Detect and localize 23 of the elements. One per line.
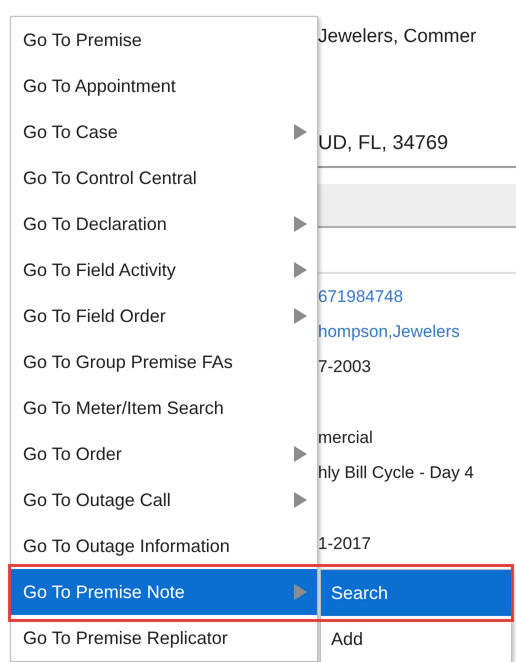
menu-item[interactable]: Go To Field Order (11, 293, 317, 339)
field-value: hly Bill Cycle - Day 4 (318, 463, 475, 484)
field-value: 7-2003 (318, 357, 372, 378)
menu-item[interactable]: Go To Order (11, 431, 317, 477)
menu-item[interactable]: Go To Premise Replicator (11, 615, 317, 661)
submenu-item[interactable]: Add (321, 616, 511, 662)
menu-item[interactable]: Go To Premise (11, 17, 317, 63)
field-link[interactable]: 671984748 (318, 287, 516, 309)
menu-item[interactable]: Go To Declaration (11, 201, 317, 247)
menu-item[interactable]: Go To Outage Call (11, 477, 317, 523)
customer-name: Jewelers, Commer (318, 26, 478, 49)
menu-item[interactable]: Go To Outage Information (11, 523, 317, 569)
field-link[interactable]: hompson,Jewelers (318, 322, 516, 344)
field-value: 1-2017 (318, 534, 372, 555)
menu-item[interactable]: Go To Group Premise FAs (11, 339, 317, 385)
menu-item[interactable]: Go To Case (11, 109, 317, 155)
menu-item[interactable]: Go To Field Activity (11, 247, 317, 293)
submenu-item[interactable]: Search (321, 570, 511, 616)
menu-item[interactable]: Go To Meter/Item Search (11, 385, 317, 431)
menu-item[interactable]: Go To Appointment (11, 63, 317, 109)
menu-item[interactable]: Go To Premise Note (11, 569, 317, 615)
field-value: mercial (318, 428, 374, 449)
menu-item[interactable]: Go To Control Central (11, 155, 317, 201)
